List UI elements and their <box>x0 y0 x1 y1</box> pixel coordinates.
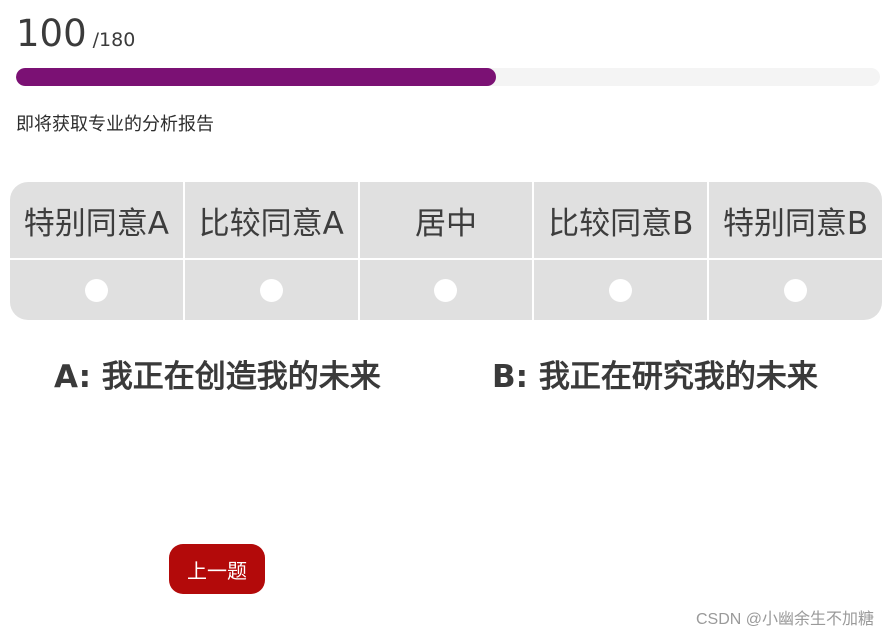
scale-cell-strongly-agree-b: 特别同意B <box>709 182 882 258</box>
option-b-statement: B: 我正在研究我的未来 <box>492 359 818 395</box>
progress-current: 100 <box>16 12 87 55</box>
scale-label: 特别同意A <box>23 205 169 242</box>
progress-counter: 100 /180 <box>16 12 135 56</box>
scale-label: 比较同意B <box>548 205 694 242</box>
scale-cell-somewhat-agree-a: 比较同意A <box>185 182 360 258</box>
previous-question-button[interactable]: 上一题 <box>169 544 265 594</box>
watermark: CSDN @小幽余生不加糖 <box>695 611 874 628</box>
radio-somewhat-agree-a[interactable] <box>259 278 283 302</box>
radio-somewhat-agree-b[interactable] <box>609 278 633 302</box>
scale-labels-row: 特别同意A 比较同意A 居中 比较同意B 特别同意B <box>10 182 882 260</box>
scale-radios-row <box>10 260 882 320</box>
progress-hint: 即将获取专业的分析报告 <box>16 114 214 135</box>
scale-radio-cell[interactable] <box>360 260 535 320</box>
scale-radio-cell[interactable] <box>709 260 882 320</box>
scale-cell-somewhat-agree-b: 比较同意B <box>534 182 710 258</box>
scale-radio-cell[interactable] <box>10 260 185 320</box>
progress-bar-fill <box>16 68 497 86</box>
radio-strongly-agree-b[interactable] <box>784 278 808 302</box>
scale-radio-cell[interactable] <box>185 260 360 320</box>
scale-cell-neutral: 居中 <box>360 182 535 258</box>
scale-radio-cell[interactable] <box>534 260 710 320</box>
progress-bar <box>16 68 880 86</box>
scale-label: 特别同意B <box>722 205 869 242</box>
scale-label: 比较同意A <box>198 205 344 242</box>
agreement-scale: 特别同意A 比较同意A 居中 比较同意B 特别同意B <box>10 182 882 320</box>
radio-strongly-agree-a[interactable] <box>84 278 108 302</box>
option-a-statement: A: 我正在创造我的未来 <box>54 359 381 395</box>
scale-cell-strongly-agree-a: 特别同意A <box>10 182 185 258</box>
progress-total: /180 <box>92 29 136 51</box>
radio-neutral[interactable] <box>434 278 458 302</box>
scale-label: 居中 <box>414 205 477 242</box>
